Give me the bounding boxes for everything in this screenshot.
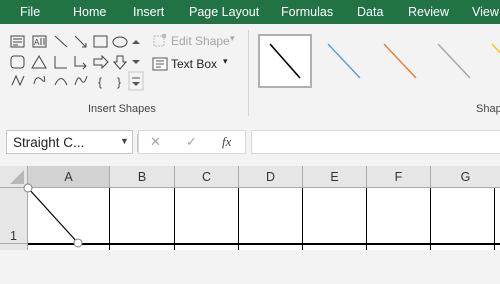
line-shape-icon[interactable] (54, 35, 68, 48)
arc-shape-icon[interactable] (54, 78, 68, 86)
edit-shape-label: Edit Shape (171, 34, 230, 48)
tab-view[interactable]: View (472, 0, 499, 24)
column-header-c[interactable]: C (175, 166, 239, 188)
connector-line[interactable] (27, 187, 79, 244)
edit-shape-dropdown-icon: ▾ (230, 33, 235, 43)
style-line-blue (327, 43, 361, 79)
tab-insert[interactable]: Insert (133, 0, 164, 24)
oval-shape-icon[interactable] (112, 36, 128, 48)
column-header-d[interactable]: D (239, 166, 303, 188)
column-header-f[interactable]: F (367, 166, 431, 188)
shape-style-5[interactable] (482, 34, 500, 88)
column-header-g[interactable]: G (431, 166, 500, 188)
enter-icon[interactable]: ✓ (186, 134, 197, 150)
cell-border (109, 188, 110, 250)
rectangle-shape-icon[interactable] (93, 35, 108, 48)
gallery-up-icon[interactable] (132, 40, 140, 44)
style-line-orange (383, 43, 417, 79)
shape-styles-gallery (256, 32, 500, 94)
tab-home[interactable]: Home (73, 0, 106, 24)
start-handle-icon[interactable] (23, 183, 33, 193)
formula-input[interactable] (251, 130, 500, 154)
tab-page-layout[interactable]: Page Layout (189, 0, 259, 24)
cell-border (494, 188, 495, 250)
end-handle-icon[interactable] (73, 238, 83, 248)
arrow-connector-shape-icon[interactable] (74, 56, 87, 70)
name-box[interactable]: Straight C... ▼ (6, 130, 133, 154)
text-box-shape-icon[interactable] (10, 35, 25, 48)
row-border (28, 243, 500, 245)
gallery-down-icon[interactable] (132, 60, 140, 64)
arrow-line-shape-icon[interactable] (74, 35, 87, 48)
curve-shape-icon[interactable] (74, 75, 88, 86)
name-box-value: Straight C... (13, 135, 85, 150)
name-box-dropdown-icon[interactable]: ▼ (120, 136, 129, 146)
scribble-shape-icon[interactable] (33, 75, 46, 85)
freeform-shape-icon[interactable] (11, 74, 25, 87)
shape-styles-group-label: Shap (476, 103, 500, 115)
edit-shape-icon (153, 34, 166, 47)
vertical-text-box-shape-icon[interactable]: A (32, 35, 47, 48)
shape-style-3[interactable] (374, 34, 428, 88)
text-box-dropdown-icon: ▾ (223, 56, 228, 66)
cancel-icon[interactable]: ✕ (150, 134, 161, 150)
style-line-gold (491, 43, 500, 54)
gallery-scroll (128, 32, 144, 94)
shapes-gallery-graphics: A { } (10, 35, 128, 89)
elbow-connector-shape-icon[interactable] (54, 56, 67, 69)
cell-border (430, 188, 431, 250)
shape-style-2[interactable] (318, 34, 372, 88)
shape-style-1[interactable] (258, 34, 312, 88)
shapes-gallery: A { } (6, 32, 146, 94)
insert-shapes-group-label: Insert Shapes (88, 103, 156, 115)
triangle-shape-icon[interactable] (31, 55, 47, 69)
shape-style-4[interactable] (428, 34, 482, 88)
text-box-button[interactable]: Text Box ▾ (152, 55, 238, 73)
down-arrow-shape-icon[interactable] (112, 55, 128, 70)
ribbon-separator (248, 30, 249, 116)
text-box-label: Text Box (171, 57, 218, 71)
rounded-rectangle-shape-icon[interactable] (10, 55, 25, 69)
column-header-b[interactable]: B (110, 166, 175, 188)
left-brace-shape-icon[interactable]: { (98, 75, 102, 89)
tab-file[interactable]: File (20, 0, 40, 24)
right-arrow-shape-icon[interactable] (93, 54, 109, 70)
tab-data[interactable]: Data (357, 0, 383, 24)
formula-buttons: ✕ ✓ fx (138, 130, 246, 154)
straight-connector-shape[interactable] (20, 180, 90, 250)
insert-function-icon[interactable]: fx (222, 134, 231, 150)
right-brace-shape-icon[interactable]: } (117, 75, 121, 89)
edit-shape-button[interactable]: Edit Shape ▾ (152, 33, 238, 49)
svg-text:A: A (34, 38, 40, 47)
tab-review[interactable]: Review (408, 0, 449, 24)
cell-border (238, 188, 239, 250)
cell-border (302, 188, 303, 250)
cell-border (366, 188, 367, 250)
cell-border (174, 188, 175, 250)
menu-bar: File Home Insert Page Layout Formulas Da… (0, 0, 500, 24)
style-line-black (269, 43, 301, 79)
tab-formulas[interactable]: Formulas (281, 0, 333, 24)
text-box-icon (152, 57, 168, 71)
column-header-e[interactable]: E (303, 166, 367, 188)
style-line-gray (437, 43, 471, 79)
